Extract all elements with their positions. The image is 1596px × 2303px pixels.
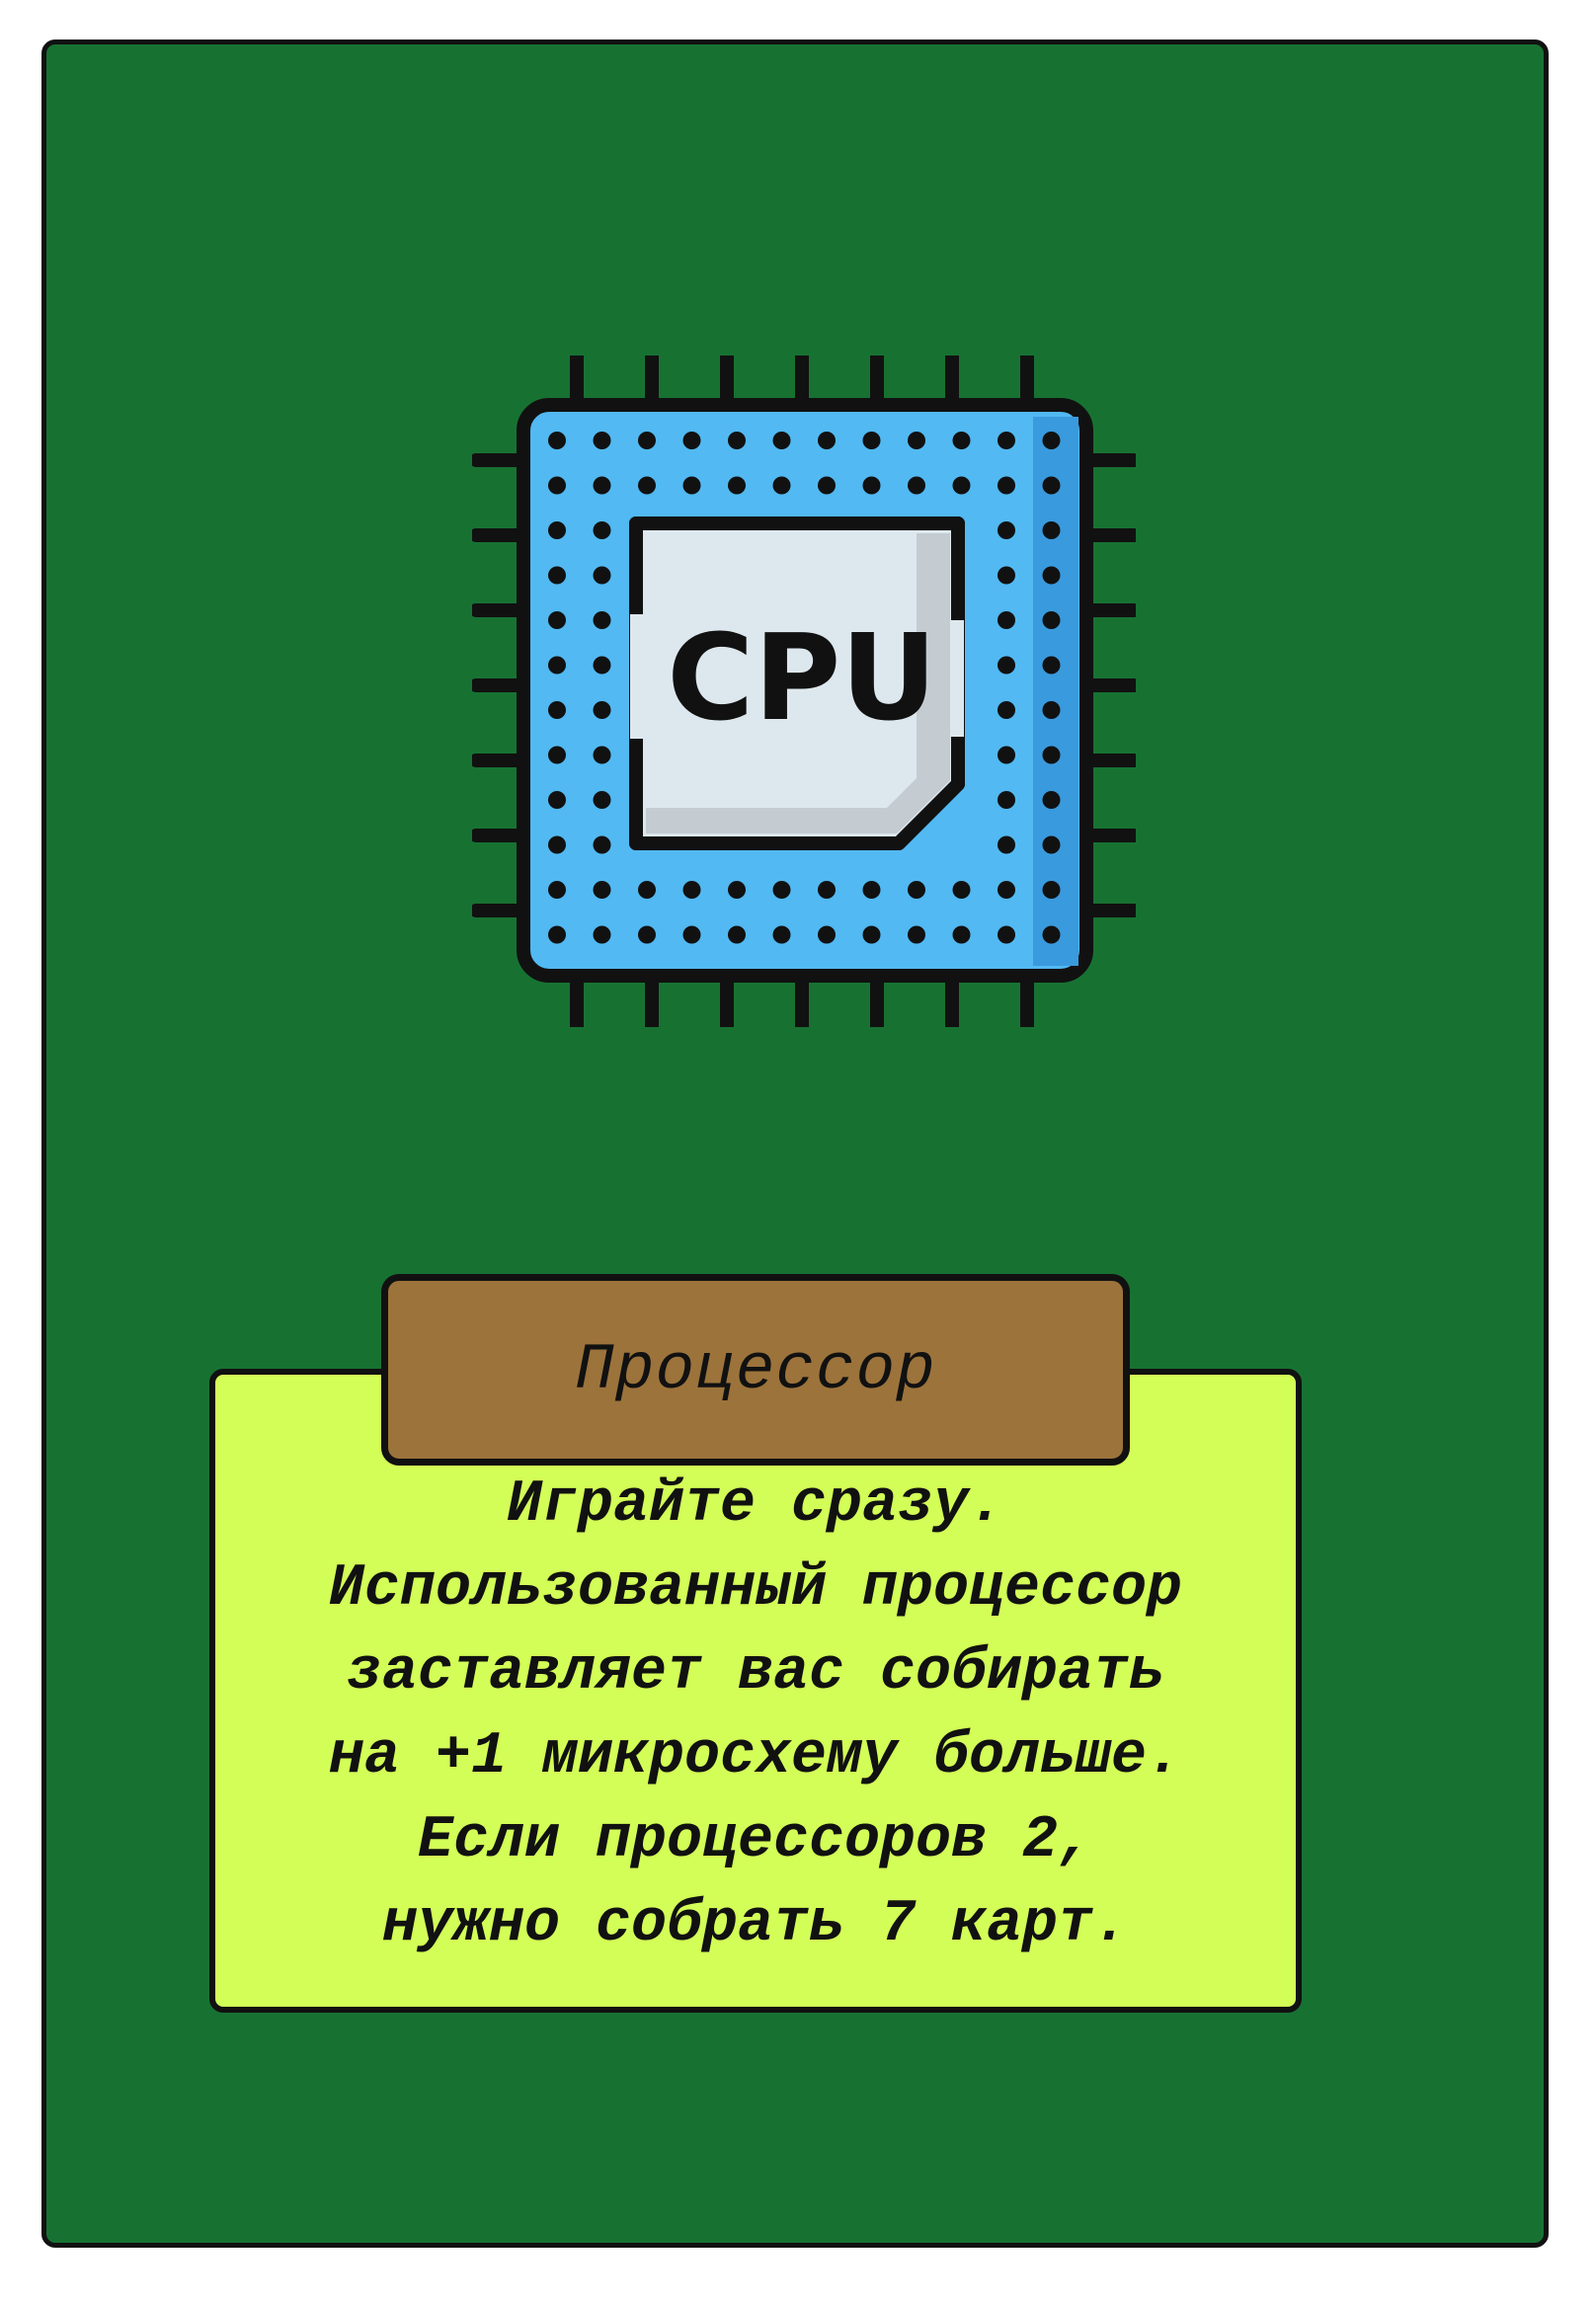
cpu-chip-icon: CPU [472, 356, 1136, 1027]
description-line: Играйте сразу. [506, 1471, 1005, 1539]
description-line: нужно собрать 7 карт. [381, 1891, 1130, 1958]
cpu-label: CPU [667, 610, 936, 748]
title-plate: Процессор [381, 1274, 1130, 1466]
description-line: заставляет вас собирать [346, 1639, 1165, 1707]
card-description: Играйте сразу. Использованный процессор … [227, 1464, 1284, 1967]
description-line: Использованный процессор [328, 1555, 1183, 1623]
description-line: на +1 микросхему больше. [328, 1723, 1183, 1790]
description-line: Если процессоров 2, [417, 1807, 1094, 1874]
card-title: Процессор [575, 1332, 936, 1407]
